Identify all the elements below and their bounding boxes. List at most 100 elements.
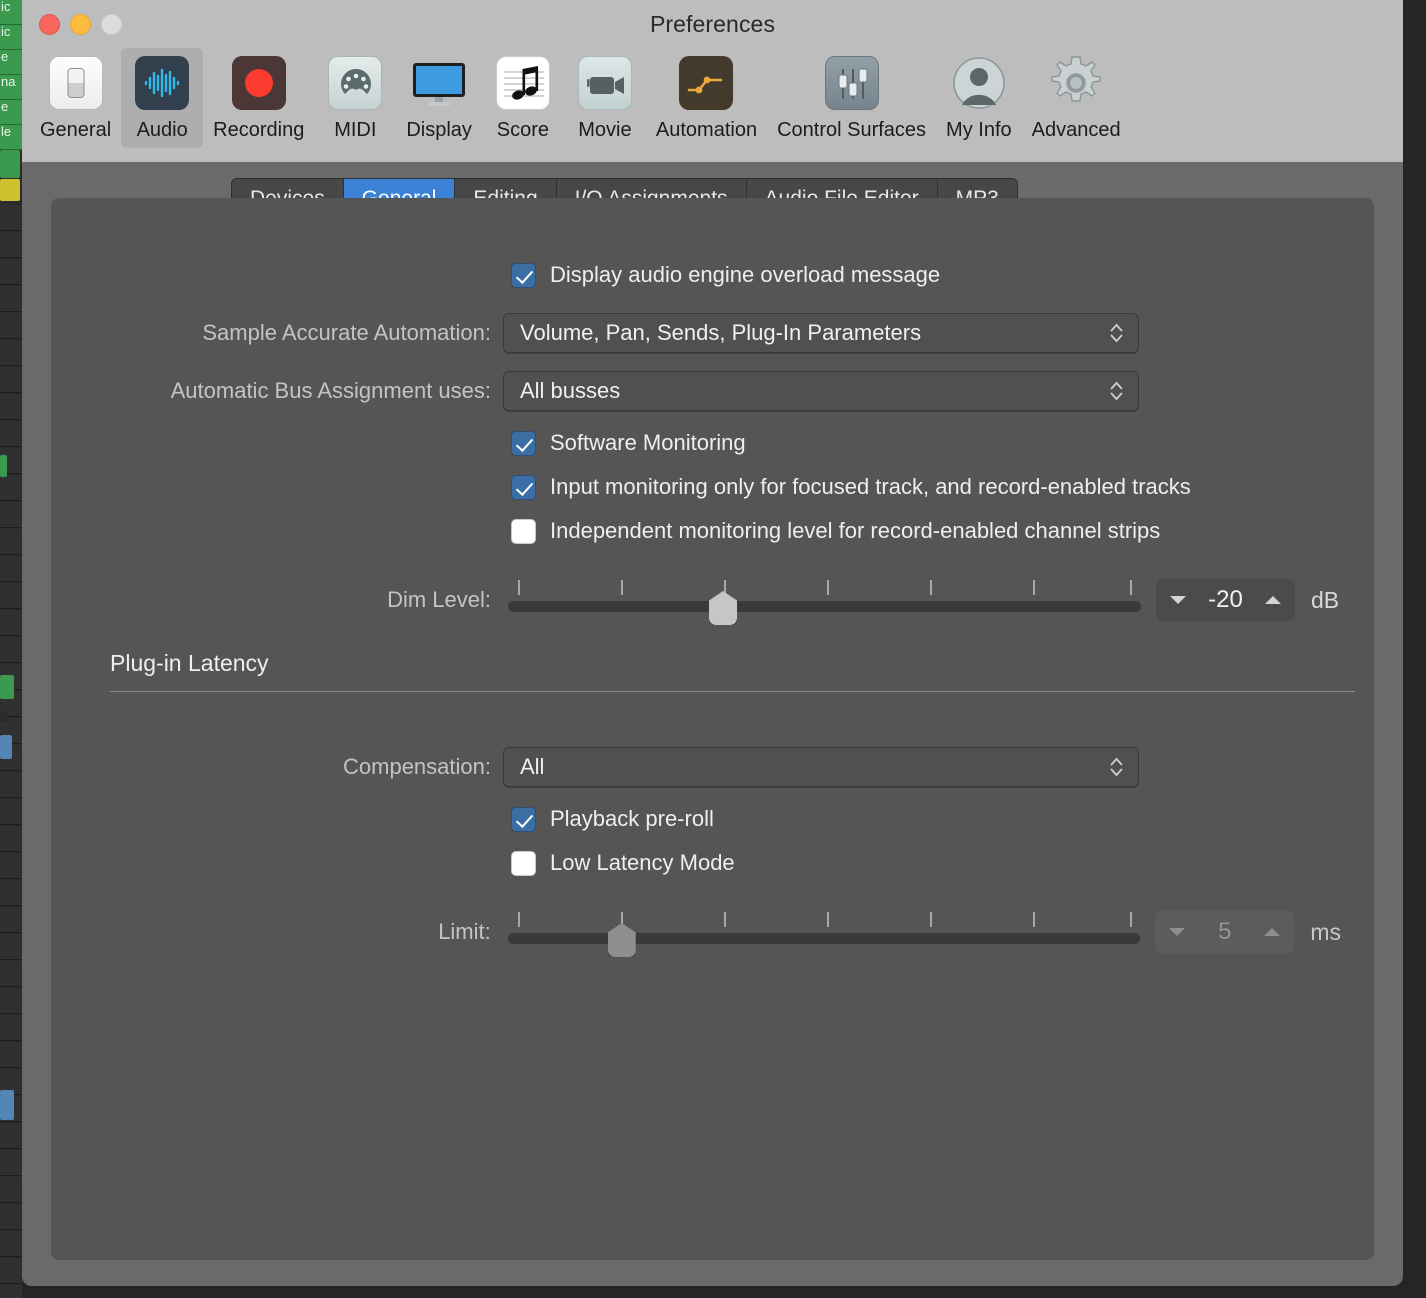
background-track-lane: [0, 205, 22, 231]
dim-level-slider-thumb[interactable]: [709, 591, 737, 625]
general-settings-panel: Display audio engine overload message Sa…: [51, 198, 1374, 1260]
limit-label: Limit:: [438, 919, 491, 944]
independent-monitoring-label: Independent monitoring level for record-…: [550, 518, 1161, 543]
automatic-bus-assignment-select[interactable]: All busses: [503, 371, 1139, 411]
background-region-clip: [0, 712, 8, 722]
background-track-lane: [0, 826, 22, 852]
playback-preroll-checkbox-row[interactable]: Playback pre-roll: [511, 806, 714, 832]
toolbar-item-midi[interactable]: MIDI: [314, 48, 396, 148]
gear-icon: [1045, 52, 1107, 114]
window-title: Preferences: [649, 11, 776, 37]
limit-value: 5: [1218, 918, 1232, 945]
limit-slider-thumb[interactable]: [607, 923, 636, 957]
waveform-icon: [131, 52, 193, 114]
low-latency-mode-label: Low Latency Mode: [550, 850, 735, 875]
background-track-lane: [0, 421, 22, 447]
sample-accurate-automation-row: Sample Accurate Automation: Volume, Pan,…: [51, 313, 1141, 353]
stepper-up-icon[interactable]: [1265, 596, 1281, 604]
compensation-value: All: [520, 754, 545, 779]
independent-monitoring-checkbox-row[interactable]: Independent monitoring level for record-…: [511, 518, 1160, 544]
background-track-lane: [0, 286, 22, 312]
toolbar-label-score: Score: [496, 119, 550, 141]
dim-level-label: Dim Level:: [387, 587, 491, 612]
compensation-select[interactable]: All: [503, 747, 1139, 787]
limit-stepper[interactable]: 5: [1155, 911, 1295, 953]
slider-tick: [930, 580, 932, 595]
background-track-lane: [0, 1123, 22, 1149]
background-track-lane: [0, 313, 22, 339]
dim-level-value: -20: [1208, 586, 1243, 613]
background-region-clip: [0, 675, 14, 699]
dim-level-unit: dB: [1311, 586, 1340, 613]
toolbar-item-advanced[interactable]: Advanced: [1022, 48, 1131, 148]
background-track-name: na: [0, 75, 22, 100]
chevron-up-down-icon: [1109, 381, 1124, 401]
toolbar-item-my-info[interactable]: My Info: [936, 48, 1022, 148]
limit-slider-track[interactable]: [507, 933, 1141, 944]
stepper-up-icon[interactable]: [1264, 928, 1281, 936]
background-track-lane: [0, 961, 22, 987]
toolbar-item-recording[interactable]: Recording: [203, 48, 314, 148]
software-monitoring-checkbox[interactable]: [511, 430, 536, 456]
slider-tick: [517, 912, 520, 927]
independent-monitoring-checkbox[interactable]: [511, 518, 536, 544]
low-latency-mode-checkbox[interactable]: [511, 850, 536, 876]
toolbar-item-general[interactable]: General: [30, 48, 121, 148]
stepper-down-icon[interactable]: [1169, 928, 1186, 936]
toolbar-item-audio[interactable]: Audio: [121, 48, 204, 148]
background-track-lane: [0, 1258, 22, 1284]
record-dot-icon: [228, 52, 290, 114]
background-track-lane: [0, 610, 22, 636]
background-track-lane: [0, 1177, 22, 1203]
background-track-lane: [0, 475, 22, 501]
background-track-lane: [0, 988, 22, 1014]
section-divider: [110, 691, 1355, 692]
background-track-lane: [0, 1231, 22, 1257]
dim-level-stepper[interactable]: -20: [1156, 579, 1295, 621]
dim-level-slider-track[interactable]: [508, 601, 1141, 612]
background-track-lane: [0, 556, 22, 582]
toolbar-label-display: Display: [406, 119, 472, 141]
dim-level-slider[interactable]: [508, 577, 1141, 625]
input-monitoring-checkbox[interactable]: [511, 474, 536, 500]
background-region-clip: [0, 735, 12, 759]
limit-unit: ms: [1310, 918, 1341, 945]
software-monitoring-checkbox-row[interactable]: Software Monitoring: [511, 430, 746, 456]
background-track-lane: [0, 232, 22, 258]
automatic-bus-assignment-row: Automatic Bus Assignment uses: All busse…: [51, 371, 1141, 411]
sample-accurate-automation-select[interactable]: Volume, Pan, Sends, Plug-In Parameters: [503, 313, 1139, 353]
background-track-lane: [0, 1042, 22, 1068]
toolbar-item-score[interactable]: Score: [482, 48, 564, 148]
automation-curve-icon: [675, 52, 737, 114]
toolbar-item-automation[interactable]: Automation: [646, 48, 767, 148]
background-track-name: ic: [0, 25, 22, 50]
toolbar-label-midi: MIDI: [334, 119, 377, 141]
background-track-lane: [0, 502, 22, 528]
stepper-down-icon[interactable]: [1170, 596, 1186, 604]
preferences-window: Preferences General Audio Recording MIDI…: [22, 0, 1403, 1286]
video-camera-icon: [574, 52, 636, 114]
toolbar-item-display[interactable]: Display: [396, 48, 482, 148]
compensation-label: Compensation:: [343, 754, 491, 779]
toolbar-item-control-surfaces[interactable]: Control Surfaces: [767, 48, 936, 148]
playback-preroll-checkbox[interactable]: [511, 806, 536, 832]
background-track-lane: [0, 799, 22, 825]
toolbar-item-movie[interactable]: Movie: [564, 48, 646, 148]
overload-message-checkbox-row[interactable]: Display audio engine overload message: [511, 262, 940, 288]
background-region-clip: [0, 150, 20, 178]
slider-tick: [929, 912, 932, 927]
background-region-clip: [0, 455, 7, 477]
toolbar-label-control-surfaces: Control Surfaces: [777, 119, 927, 141]
overload-message-checkbox[interactable]: [511, 262, 536, 288]
background-region-clip: [0, 179, 20, 201]
input-monitoring-checkbox-row[interactable]: Input monitoring only for focused track,…: [511, 474, 1191, 500]
music-note-icon: [492, 52, 554, 114]
slider-tick: [1033, 580, 1035, 595]
toolbar-label-recording: Recording: [213, 119, 305, 141]
slider-tick: [1130, 580, 1132, 595]
overload-message-label: Display audio engine overload message: [550, 262, 941, 287]
limit-slider[interactable]: [507, 909, 1141, 957]
low-latency-mode-checkbox-row[interactable]: Low Latency Mode: [511, 850, 735, 876]
window-titlebar: Preferences: [22, 0, 1403, 48]
background-track-lane: [0, 367, 22, 393]
